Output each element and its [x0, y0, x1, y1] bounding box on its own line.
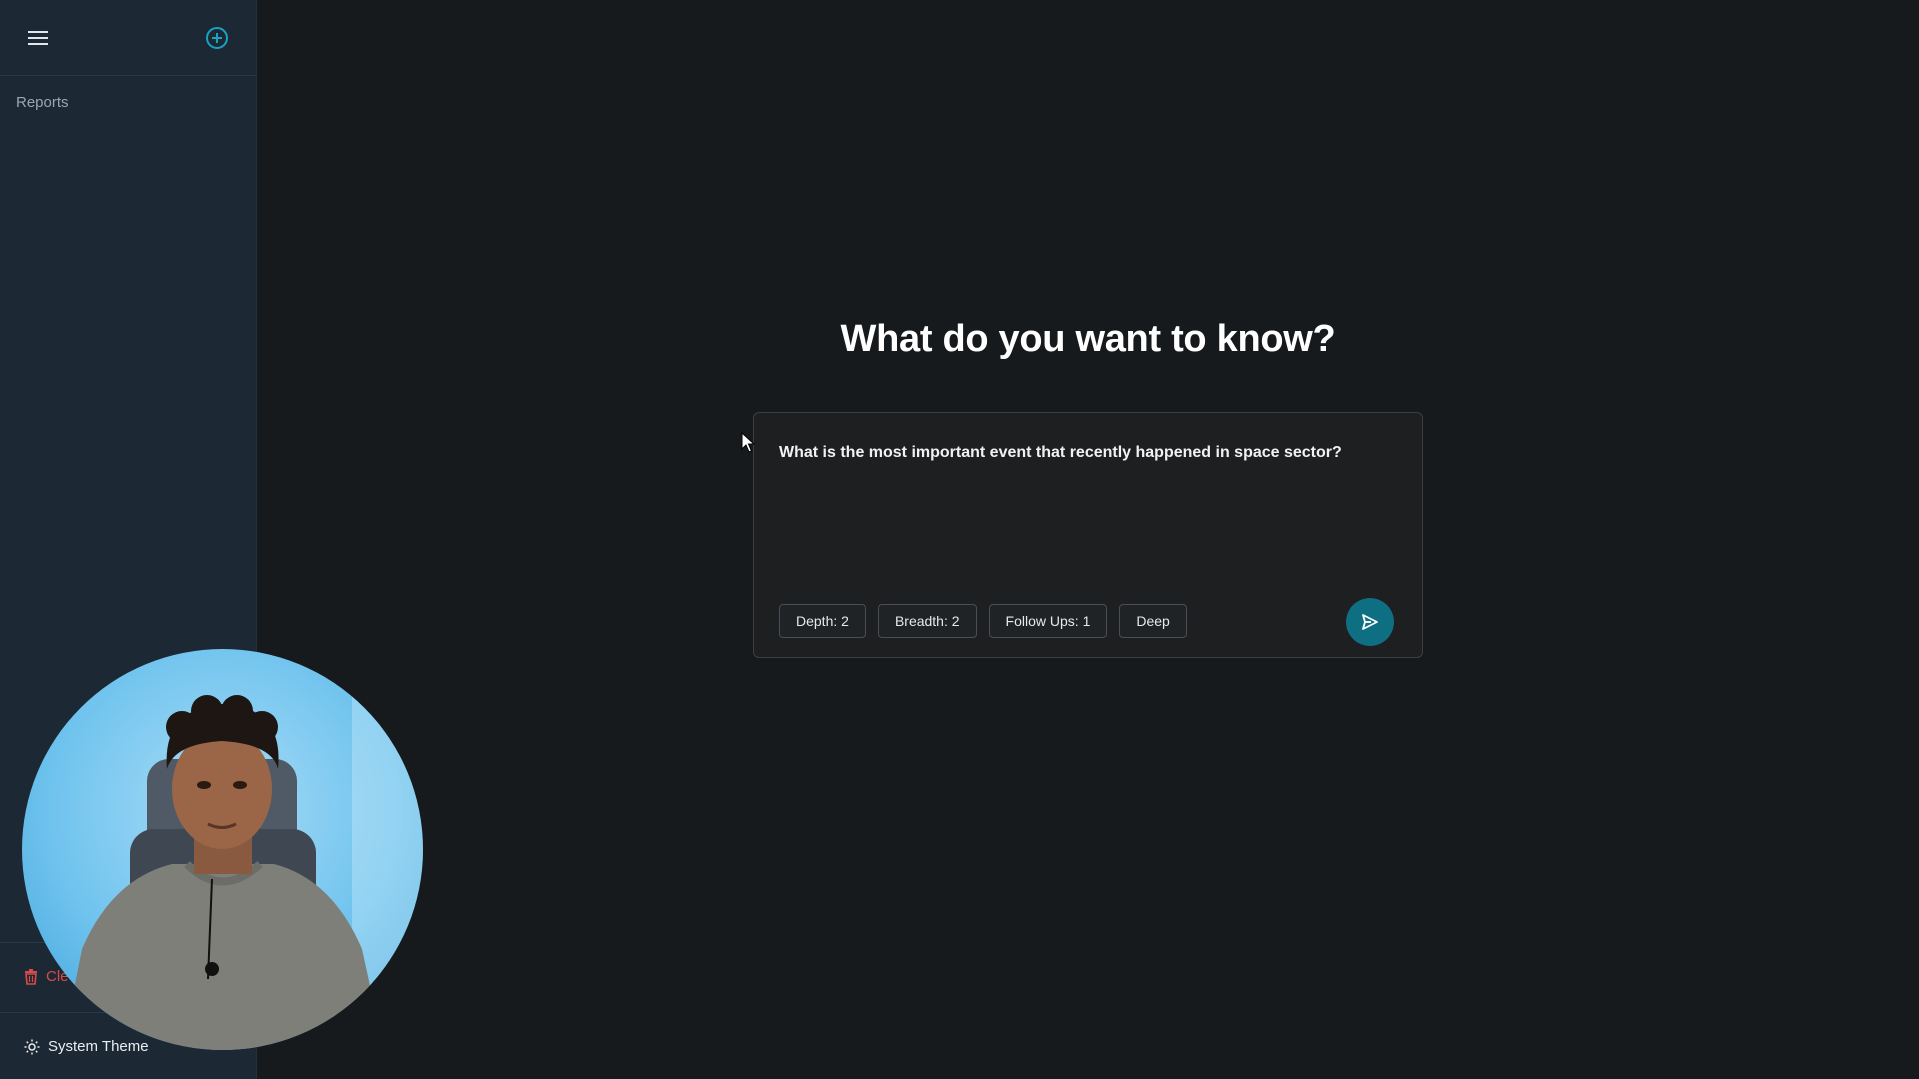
menu-button[interactable] — [25, 25, 51, 51]
webcam-video-image — [62, 649, 423, 1050]
breadth-chip[interactable]: Breadth: 2 — [877, 604, 977, 638]
trash-icon — [25, 968, 37, 985]
menu-icon — [28, 31, 48, 45]
follow-ups-chip[interactable]: Follow Ups: 1 — [988, 604, 1108, 638]
mouse-cursor-icon — [741, 432, 755, 453]
options-bar: Depth: 2 Breadth: 2 Follow Ups: 1 Deep — [779, 604, 1187, 638]
query-input[interactable]: What is the most important event that re… — [779, 443, 1399, 573]
plus-circle-icon — [206, 27, 228, 49]
new-report-button[interactable] — [203, 24, 231, 52]
page-title: What do you want to know? — [840, 318, 1336, 360]
system-theme-label: System Theme — [48, 1038, 149, 1055]
sidebar-header — [0, 0, 256, 76]
webcam-overlay — [22, 649, 423, 1050]
query-card: What is the most important event that re… — [753, 412, 1423, 658]
system-theme-button[interactable]: System Theme — [24, 1038, 149, 1055]
send-button[interactable] — [1346, 598, 1394, 646]
send-icon — [1362, 614, 1378, 630]
deep-chip[interactable]: Deep — [1119, 604, 1187, 638]
app-window: Reports Cle System Theme What do you wan… — [0, 0, 1919, 1079]
main-content: What do you want to know? What is the mo… — [257, 0, 1919, 1079]
depth-chip[interactable]: Depth: 2 — [779, 604, 866, 638]
sun-icon — [24, 1039, 40, 1054]
reports-section-label: Reports — [16, 94, 69, 111]
